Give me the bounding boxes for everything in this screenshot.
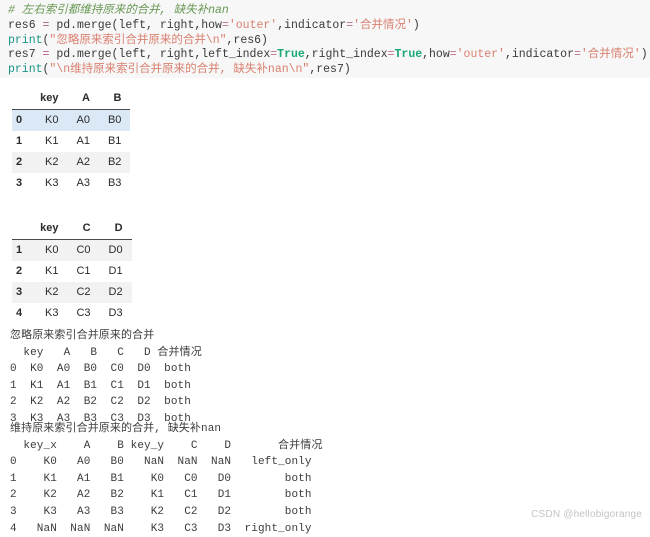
table-body: 1 K0 C0 D0 2 K1 C1 D1 3 K2 C2 D2 4 K3 C3 D3 xyxy=(12,239,132,325)
table-cell: B1 xyxy=(107,135,122,147)
watermark: CSDN @hellobigorange xyxy=(531,509,642,520)
column-header-A: A xyxy=(67,88,99,110)
table-header-row: key A B xyxy=(12,88,131,110)
console-output-ignore-index: 忽略原来索引合并原来的合并 key A B C D 合并情况 0 K0 A0 B… xyxy=(10,330,202,425)
row-index: 4 xyxy=(16,307,23,319)
column-header-B: B xyxy=(98,88,131,110)
table-row: 3 K2 C2 D2 xyxy=(12,282,132,303)
code-token-plain: ,res7) xyxy=(309,63,351,77)
code-token-op: = xyxy=(42,48,57,62)
code-token-op: = xyxy=(42,18,57,32)
code-token-plain: ) xyxy=(640,48,648,62)
row-index: 2 xyxy=(16,265,23,277)
code-token-eq: = xyxy=(449,48,457,62)
row-index: 0 xyxy=(16,114,23,126)
table-row: 0 K0 A0 B0 xyxy=(12,109,131,131)
code-token-str: 'outer' xyxy=(228,18,278,32)
code-token-name: res7 xyxy=(8,48,43,62)
table-row: 2 K2 A2 B2 xyxy=(12,152,131,173)
row-index: 1 xyxy=(16,135,23,147)
code-line-4: res7 = pd.merge(left, right,left_index=T… xyxy=(8,48,650,63)
code-token-plain: ,how xyxy=(422,48,450,62)
table-row: 4 K3 C3 D3 xyxy=(12,303,132,324)
right-dataframe-table: key C D 1 K0 C0 D0 2 K1 C1 D1 3 K2 C2 D2 4 K3 C3 D3 xyxy=(12,218,132,324)
code-token-str: '合并情况' xyxy=(580,48,641,62)
code-token-comment: # 左右索引都维持原来的合并, 缺失补nan xyxy=(8,4,229,17)
code-block[interactable]: # 左右索引都维持原来的合并, 缺失补nan res6 = pd.merge(le… xyxy=(0,0,650,78)
column-header-index xyxy=(12,88,32,110)
table-cell: K3 xyxy=(45,307,59,319)
table-cell: D0 xyxy=(108,244,123,256)
table-row: 1 K1 A1 B1 xyxy=(12,131,130,152)
row-index: 3 xyxy=(16,286,23,298)
table-cell: B3 xyxy=(107,177,122,189)
table-cell: A0 xyxy=(76,114,90,126)
table-cell: A2 xyxy=(76,156,90,168)
column-header-C: C xyxy=(67,218,100,240)
table-cell: B0 xyxy=(107,114,122,126)
table-cell: D1 xyxy=(108,265,123,277)
table-cell: K2 xyxy=(45,156,59,168)
code-token-kw: True xyxy=(277,48,305,62)
code-token-plain: ,indicator xyxy=(504,48,574,62)
table-cell: K0 xyxy=(45,244,59,256)
table-cell: K1 xyxy=(45,265,59,277)
code-token-plain: ,right_index xyxy=(304,48,388,62)
code-token-eq: = xyxy=(221,18,229,32)
table-cell: K3 xyxy=(45,177,59,189)
column-header-key: key xyxy=(31,218,68,240)
code-token-plain: pd.merge(left, right,left_index xyxy=(56,48,271,62)
table-header-row: key C D xyxy=(12,218,132,240)
table-header: key C D xyxy=(12,218,132,240)
console-output-keep-index: 维持原来索引合并原来的合并, 缺失补nan key_x A B key_y C … xyxy=(10,423,323,535)
row-index: 2 xyxy=(16,156,23,168)
table-row: 2 K1 C1 D1 xyxy=(12,261,132,282)
table-cell: A3 xyxy=(76,177,90,189)
column-header-key: key xyxy=(31,88,68,110)
table-cell: C0 xyxy=(76,244,91,256)
table-body: 0 K0 A0 B0 1 K1 A1 B1 2 K2 A2 B2 3 K3 A3 B3 xyxy=(12,109,131,195)
code-token-eq: = xyxy=(573,48,581,62)
table-cell: C1 xyxy=(76,265,91,277)
column-header-index xyxy=(12,218,32,240)
table-cell: K2 xyxy=(45,286,59,298)
table-cell: K1 xyxy=(45,135,59,147)
code-line-2: res6 = pd.merge(left, right,how='outer',… xyxy=(8,19,650,34)
table-cell: D2 xyxy=(108,286,123,298)
code-token-str: "\n维持原来索引合并原来的合并, 缺失补nan\n" xyxy=(49,63,310,77)
code-token-func: print xyxy=(8,63,43,77)
left-dataframe-table: key A B 0 K0 A0 B0 1 K1 A1 B1 2 K2 A2 B2 3 K3 A3 B3 xyxy=(12,88,131,195)
code-token-name: res6 xyxy=(8,18,43,32)
table-row: 3 K3 A3 B3 xyxy=(12,173,130,194)
code-token-plain: pd.merge(left, right,how xyxy=(56,18,222,32)
table-cell: C3 xyxy=(76,307,91,319)
row-index: 3 xyxy=(16,177,23,189)
table-cell: D3 xyxy=(108,307,123,319)
code-token-plain: ) xyxy=(412,18,420,32)
row-index: 1 xyxy=(16,244,23,256)
code-line-1: # 左右索引都维持原来的合并, 缺失补nan xyxy=(8,4,650,19)
code-line-3: print("忽略原来索引合并原来的合并\n",res6) xyxy=(8,34,650,49)
table-row: 1 K0 C0 D0 xyxy=(12,239,132,261)
code-token-eq: = xyxy=(387,48,395,62)
table-cell: A1 xyxy=(76,135,90,147)
code-token-plain: ,indicator xyxy=(277,18,347,32)
code-token-plain: ,res6) xyxy=(226,33,268,47)
table-header: key A B xyxy=(12,88,131,110)
column-header-D: D xyxy=(99,218,132,240)
table-cell: C2 xyxy=(76,286,91,298)
code-token-str: 'outer' xyxy=(456,48,505,62)
code-token-func: print xyxy=(8,33,43,47)
code-token-str: '合并情况' xyxy=(353,18,413,32)
code-token-kw: True xyxy=(394,48,423,62)
table-cell: B2 xyxy=(107,156,122,168)
code-line-5: print("\n维持原来索引合并原来的合并, 缺失补nan\n",res7) xyxy=(8,63,650,78)
code-token-str: "忽略原来索引合并原来的合并\n" xyxy=(49,33,227,47)
table-cell: K0 xyxy=(45,114,59,126)
